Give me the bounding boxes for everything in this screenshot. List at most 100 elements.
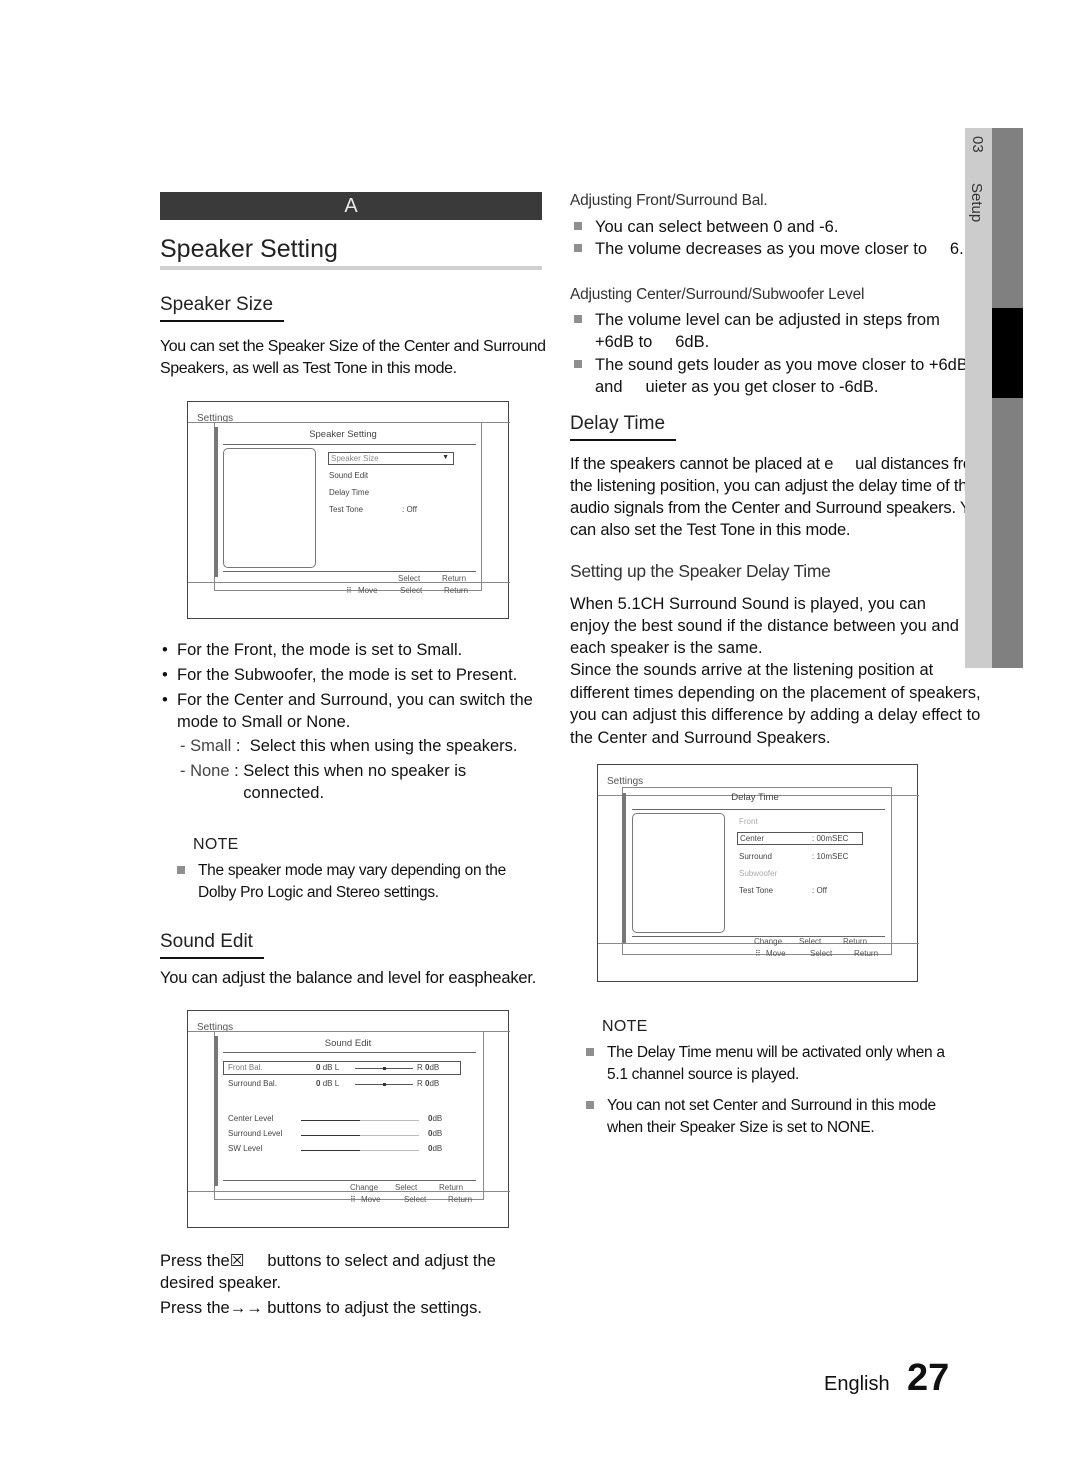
note-item: You can not set Center and Surround in t… [582,1095,957,1139]
menu-item-label: Speaker Size [331,454,379,463]
footer-return: Return [442,574,467,583]
balance-left-value: 0 dB L [316,1079,339,1088]
menu-item-front: Front [739,817,758,826]
footer-return: Return [843,937,868,946]
sound-edit-instruction-1: Press the☒ buttons to select and adjust … [160,1252,501,1292]
menu-item-delay-time[interactable]: Delay Time [329,488,369,497]
footer-change: Change [350,1183,379,1192]
menu-item-value: : Off [812,886,827,895]
balance-slider[interactable] [355,1067,413,1070]
speaker-size-notes: The speaker mode may vary depending on t… [173,860,543,904]
bullet-item: For the Front, the mode is set to Small. [160,639,555,661]
footer-divider [223,571,476,572]
menu-item-label: Surround [739,852,772,861]
screen-title: Sound Edit [324,1038,372,1049]
level-unit: dB [432,1129,443,1138]
footer-return-2: Return [448,1195,473,1204]
menu-item-test-tone[interactable]: Test Tone : Off [329,505,417,514]
footer-return: Return [439,1183,464,1192]
speaker-size-heading-wrap: Speaker Size [160,294,284,322]
balance-row-surround[interactable]: Surround Bal. 0 dB L R 0dB [223,1077,461,1091]
menu-item-test-tone[interactable]: Test Tone : Off [739,886,827,895]
adjust-front-item: You can select between 0 and -6. [570,216,965,238]
title-underline [223,444,476,445]
menu-item-value: : 00mSEC [812,834,849,843]
note-item: The Delay Time menu will be activated on… [582,1042,957,1086]
speaker-preview-box [632,813,725,933]
page-number: 27 [907,1357,950,1399]
delay-note-title: NOTE [602,1018,648,1035]
level-row-sw[interactable]: SW Level 0dB [223,1143,461,1157]
level-row-surround[interactable]: Surround Level 0dB [223,1128,461,1142]
footer-select-2: Select [404,1195,427,1204]
adjust-front-item: The volume decreases as you move closer … [570,238,965,260]
adjust-center-list: The volume level can be adjusted in step… [570,309,968,398]
adjust-center-item: The sound gets louder as you move closer… [570,354,975,398]
footer-move: Move [361,1195,381,1204]
bullet-item: For the Center and Surround, you can swi… [160,689,555,733]
balance-slider[interactable] [355,1083,413,1086]
footer-return-2: Return [854,949,879,958]
balance-right-unit: dB [429,1079,440,1088]
screen-accent [214,1036,218,1186]
menu-item-subwoofer: Subwoofer [739,869,778,878]
menu-item-sound-edit[interactable]: Sound Edit [329,471,368,480]
level-label: SW Level [228,1144,263,1153]
menu-item-label: Test Tone [739,886,774,895]
screen-accent [622,793,626,943]
balance-right-unit: dB [429,1063,440,1072]
title-underline [632,809,885,810]
balance-left-value: 0 dB L [316,1063,339,1072]
section-letter-bar: A [160,192,542,220]
menu-item-surround[interactable]: Surround : 10mSEC [739,852,848,861]
settings-label: Settings [607,776,644,787]
menu-item-center[interactable]: Center : 00mSEC [737,832,863,845]
footer-select: Select [799,937,822,946]
menu-item-value: : Off [402,505,417,514]
speaker-preview-box [223,448,316,568]
delay-time-intro: If the speakers cannot be placed at e ua… [570,455,987,539]
level-bar[interactable] [301,1149,419,1151]
speaker-size-bullets: For the Front, the mode is set to Small.… [160,639,555,736]
level-bar[interactable] [301,1119,419,1121]
menu-item-speaker-size[interactable]: Speaker Size ▼ [328,452,454,465]
delay-time-heading: Delay Time [570,413,676,441]
dropdown-arrow-icon: ▼ [442,454,449,461]
level-fill [301,1134,360,1136]
delay-time-screen: Settings Delay Time Front Center : 00mSE… [597,764,919,982]
level-value: 0dB [428,1144,442,1153]
option-desc: Select this when no speaker is connected… [243,762,467,802]
note-item: The speaker mode may vary depending on t… [173,860,543,904]
balance-left-unit: dB L [322,1079,340,1088]
footer-move: Move [358,586,378,595]
level-row-center[interactable]: Center Level 0dB [223,1113,461,1127]
balance-label: Front Bal. [228,1063,263,1072]
level-bar[interactable] [301,1134,419,1136]
page-title: Speaker Setting [160,234,542,270]
adjust-center-item: The volume level can be adjusted in step… [570,309,948,353]
option-sep: : [229,762,244,780]
delay-time-heading-wrap: Delay Time [570,413,676,441]
balance-row-front[interactable]: Front Bal. 0 dB L R 0dB [223,1061,461,1075]
screen-title: Delay Time [731,792,779,803]
footer-select: Select [395,1183,418,1192]
option-term: - Small [180,737,232,755]
balance-right-value: R 0dB [417,1079,439,1088]
delay-setup-p1: When 5.1CH Surround Sound is played, you… [570,595,959,657]
chapter-tab-active-marker [992,308,1023,398]
sound-edit-heading: Sound Edit [160,931,264,959]
footer-language: English [824,1373,890,1395]
footer-move-icon: ⠿ [346,586,352,595]
level-unit: dB [432,1144,443,1153]
balance-right-letter: R [417,1079,423,1088]
footer-move-icon: ⠿ [350,1195,356,1204]
sound-edit-screen: Settings Sound Edit Front Bal. 0 dB L R … [187,1010,510,1228]
footer-return-2: Return [444,586,469,595]
level-value: 0dB [428,1129,442,1138]
slider-knob[interactable] [382,1067,386,1070]
sound-edit-instruction-2: Press the→→ buttons to adjust the settin… [160,1299,482,1317]
balance-left-num: 0 [316,1079,321,1088]
menu-item-label: Center [740,834,765,843]
balance-left-num: 0 [316,1063,321,1072]
slider-knob[interactable] [382,1083,386,1086]
